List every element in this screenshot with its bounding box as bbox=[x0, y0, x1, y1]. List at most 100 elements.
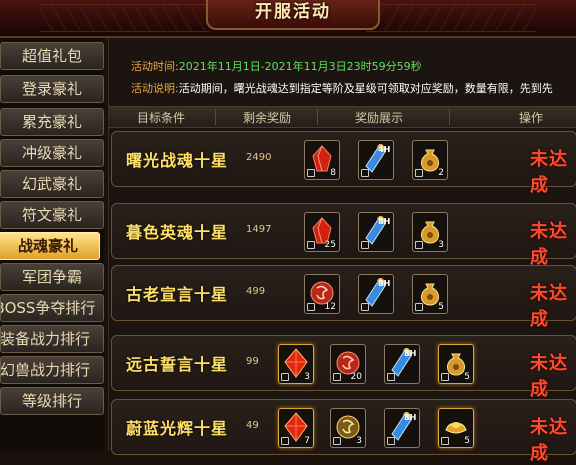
lock-icon bbox=[281, 373, 289, 381]
time-label: 活动时间: bbox=[131, 60, 179, 73]
reward-row: 曙光战魂十星 2490 8 4H 2 未达成 bbox=[111, 131, 576, 196]
page-title: 开服活动 bbox=[206, 0, 380, 30]
lock-icon bbox=[281, 437, 289, 445]
status-not-achieved: 未达成 bbox=[530, 221, 568, 268]
sidebar-item-login-gift[interactable]: 登录豪礼 bbox=[0, 75, 104, 103]
sidebar-item-boss-ranking[interactable]: BOSS争夺排行 bbox=[0, 294, 104, 322]
target-name: 暮色英魂十星 bbox=[126, 223, 229, 242]
lock-icon bbox=[307, 241, 315, 249]
activity-info: 活动时间:2021年11月1日-2021年11月3日23时59分59秒 活动说明… bbox=[109, 44, 576, 104]
column-header-remaining: 剩余奖励 bbox=[243, 111, 292, 125]
gold-rune-icon[interactable]: 3 bbox=[330, 408, 366, 448]
remaining-count: 499 bbox=[246, 286, 266, 297]
sidebar-item-level-ranking[interactable]: 等级排行 bbox=[0, 387, 104, 415]
lock-icon bbox=[387, 373, 395, 381]
item-quantity: 5 bbox=[464, 372, 470, 382]
blue-potion-icon[interactable]: 8H bbox=[384, 344, 420, 384]
blue-potion-icon[interactable]: 8H bbox=[358, 212, 394, 252]
duration-label: 8H bbox=[404, 413, 417, 422]
activity-time: 活动时间:2021年11月1日-2021年11月3日23时59分59秒 bbox=[131, 58, 422, 74]
lock-icon bbox=[307, 169, 315, 177]
target-name: 古老宣言十星 bbox=[126, 285, 229, 304]
item-quantity: 7 bbox=[304, 436, 310, 446]
blue-potion-icon[interactable]: 4H bbox=[358, 140, 394, 180]
remaining-count: 49 bbox=[246, 420, 259, 431]
status-not-achieved: 未达成 bbox=[530, 417, 568, 464]
description-value: 活动期间，曙光战魂达到指定等阶及星级可领取对应奖励，数量有限，先到先 bbox=[178, 82, 553, 95]
lock-icon bbox=[441, 373, 449, 381]
header-divider bbox=[215, 109, 216, 125]
gold-bag-icon[interactable]: 2 bbox=[412, 140, 448, 180]
column-header-action: 操作 bbox=[519, 111, 544, 125]
duration-label: 8H bbox=[404, 349, 417, 358]
reward-row: 蔚蓝光辉十星 49 7 3 8H 5 未达成 bbox=[111, 399, 576, 464]
time-value: 2021年11月1日-2021年11月3日23时59分59秒 bbox=[178, 60, 422, 73]
target-name: 蔚蓝光辉十星 bbox=[126, 419, 229, 438]
item-quantity: 20 bbox=[350, 372, 362, 382]
sidebar-item-value-pack[interactable]: 超值礼包 bbox=[0, 42, 104, 70]
activity-panel: 活动时间:2021年11月1日-2021年11月3日23时59分59秒 活动说明… bbox=[108, 38, 576, 464]
red-rune-icon[interactable]: 20 bbox=[330, 344, 366, 384]
duration-label: 8H bbox=[378, 217, 391, 226]
item-quantity: 25 bbox=[324, 240, 336, 250]
lock-icon bbox=[361, 303, 369, 311]
lock-icon bbox=[307, 303, 315, 311]
item-quantity: 5 bbox=[438, 302, 444, 312]
lock-icon bbox=[415, 241, 423, 249]
remaining-count: 99 bbox=[246, 356, 259, 367]
item-quantity: 2 bbox=[438, 168, 444, 178]
item-quantity: 3 bbox=[438, 240, 444, 250]
red-crystal-icon[interactable]: 3 bbox=[278, 344, 314, 384]
activity-description: 活动说明:活动期间，曙光战魂达到指定等阶及星级可领取对应奖励，数量有限，先到先 bbox=[131, 80, 553, 96]
lock-icon bbox=[333, 437, 341, 445]
banner-ornament-left bbox=[40, 4, 210, 32]
gold-ingot-icon[interactable]: 5 bbox=[438, 408, 474, 448]
gold-bag-icon[interactable]: 3 bbox=[412, 212, 448, 252]
lock-icon bbox=[361, 241, 369, 249]
sidebar: 超值礼包 登录豪礼 累充豪礼 冲级豪礼 幻武豪礼 符文豪礼 战魂豪礼 军团争霸 … bbox=[0, 38, 104, 451]
sidebar-item-equip-ranking[interactable]: 装备战力排行 bbox=[0, 325, 104, 353]
sidebar-item-rune-gift[interactable]: 符文豪礼 bbox=[0, 201, 104, 229]
gold-bag-icon[interactable]: 5 bbox=[412, 274, 448, 314]
lock-icon bbox=[387, 437, 395, 445]
blue-potion-icon[interactable]: 8H bbox=[384, 408, 420, 448]
description-label: 活动说明: bbox=[131, 82, 179, 95]
target-name: 曙光战魂十星 bbox=[126, 151, 229, 170]
header-divider bbox=[317, 109, 318, 125]
lock-icon bbox=[441, 437, 449, 445]
item-quantity: 12 bbox=[324, 302, 336, 312]
item-quantity: 3 bbox=[356, 436, 362, 446]
reward-row: 古老宣言十星 499 12 8H 5 未达成 bbox=[111, 265, 576, 330]
top-banner: 开服活动 bbox=[0, 0, 576, 38]
gold-bag-icon[interactable]: 5 bbox=[438, 344, 474, 384]
header-divider bbox=[449, 109, 450, 125]
sidebar-item-recharge-gift[interactable]: 累充豪礼 bbox=[0, 108, 104, 136]
column-header-target: 目标条件 bbox=[137, 111, 186, 125]
red-rune-icon[interactable]: 12 bbox=[304, 274, 340, 314]
duration-label: 4H bbox=[378, 145, 391, 154]
sidebar-item-legion-battle[interactable]: 军团争霸 bbox=[0, 263, 104, 291]
sidebar-item-soul-gift[interactable]: 战魂豪礼 bbox=[0, 232, 100, 260]
item-quantity: 8 bbox=[330, 168, 336, 178]
blue-potion-icon[interactable]: 8H bbox=[358, 274, 394, 314]
duration-label: 8H bbox=[378, 279, 391, 288]
remaining-count: 1497 bbox=[246, 224, 272, 235]
sidebar-item-weapon-gift[interactable]: 幻武豪礼 bbox=[0, 170, 104, 198]
lock-icon bbox=[361, 169, 369, 177]
red-gem-icon[interactable]: 8 bbox=[304, 140, 340, 180]
red-crystal-icon[interactable]: 7 bbox=[278, 408, 314, 448]
status-not-achieved: 未达成 bbox=[530, 353, 568, 400]
table-header: 目标条件 剩余奖励 奖励展示 操作 bbox=[109, 106, 576, 128]
item-quantity: 3 bbox=[304, 372, 310, 382]
sidebar-item-beast-ranking[interactable]: 幻兽战力排行 bbox=[0, 356, 104, 384]
sidebar-item-level-gift[interactable]: 冲级豪礼 bbox=[0, 139, 104, 167]
remaining-count: 2490 bbox=[246, 152, 272, 163]
lock-icon bbox=[333, 373, 341, 381]
column-header-rewards: 奖励展示 bbox=[355, 111, 404, 125]
item-quantity: 5 bbox=[464, 436, 470, 446]
lock-icon bbox=[415, 303, 423, 311]
banner-ornament-right bbox=[366, 4, 536, 32]
red-gem-icon[interactable]: 25 bbox=[304, 212, 340, 252]
target-name: 远古誓言十星 bbox=[126, 355, 229, 374]
reward-row: 远古誓言十星 99 3 20 8H 5 未达成 bbox=[111, 335, 576, 400]
